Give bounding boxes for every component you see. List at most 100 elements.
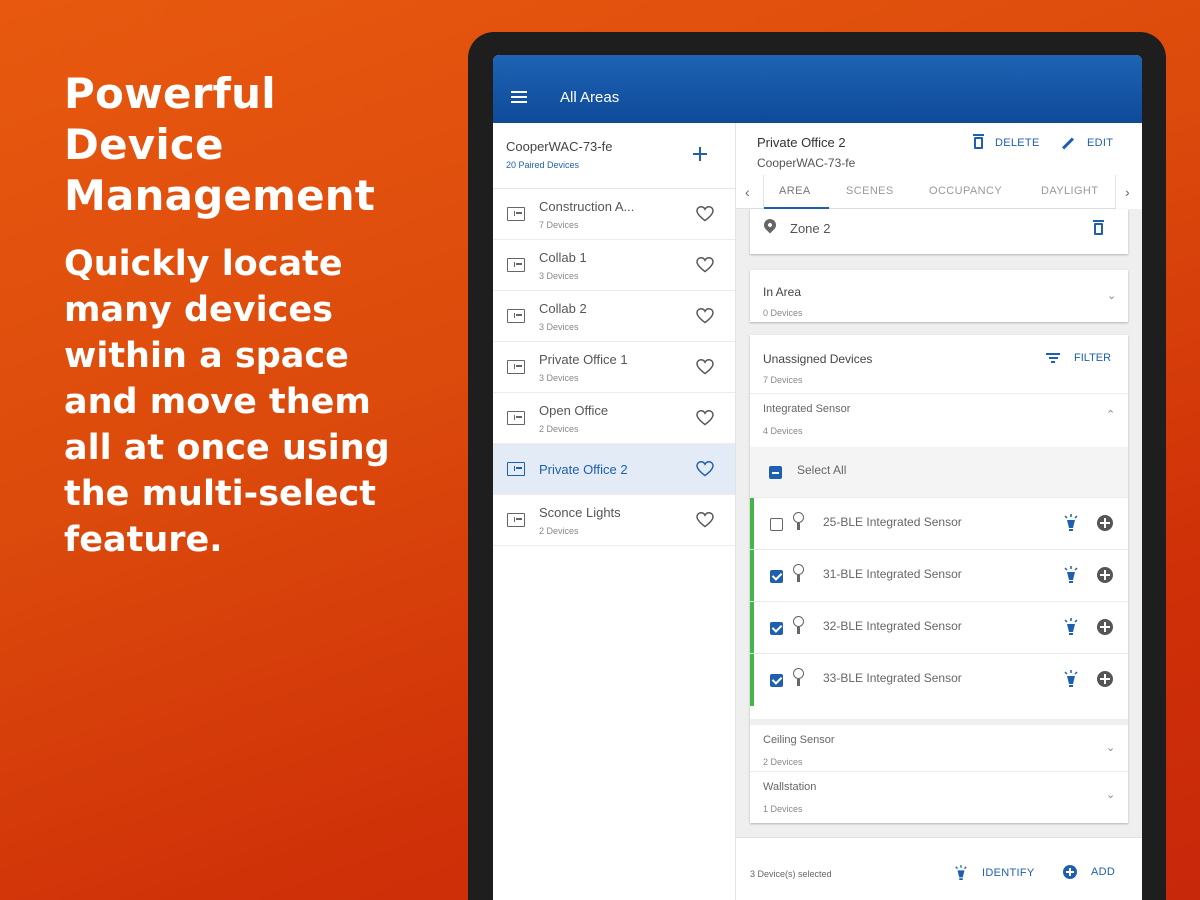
area-name: Private Office 2 (539, 462, 628, 477)
app-bar-title: All Areas (560, 89, 620, 106)
device-checkbox[interactable] (770, 570, 783, 583)
area-name: Open Office (539, 403, 609, 418)
device-checkbox[interactable] (770, 622, 783, 635)
group-name: Wallstation (763, 781, 817, 793)
group-name: Integrated Sensor (763, 403, 851, 415)
area-item[interactable]: Private Office 1 3 Devices (493, 342, 735, 393)
area-name: Private Office 1 (539, 352, 628, 367)
selection-stripe (750, 654, 754, 706)
tab-scroll-right[interactable]: › (1115, 175, 1142, 209)
favorite-heart-icon[interactable] (696, 257, 714, 273)
tab-scroll-left[interactable]: ‹ (736, 175, 764, 209)
chevron-down-icon: ⌄ (1106, 742, 1116, 754)
tab-occupancy[interactable]: OCCUPANCY (929, 185, 1002, 197)
group-ceiling-sensor[interactable]: Ceiling Sensor 2 Devices ⌄ (750, 719, 1128, 770)
menu-icon[interactable] (511, 91, 527, 103)
add-device-icon[interactable] (1097, 515, 1113, 531)
area-item[interactable]: Collab 2 3 Devices (493, 291, 735, 342)
identify-bulb-icon[interactable] (1063, 670, 1079, 688)
delete-button[interactable]: DELETE (973, 134, 1040, 149)
tab-area[interactable]: AREA (779, 185, 811, 197)
group-count: 2 Devices (763, 757, 803, 767)
area-icon (507, 462, 525, 476)
add-device-icon[interactable] (1097, 619, 1113, 635)
identify-bulb-icon (955, 865, 967, 880)
selection-stripe (750, 498, 754, 550)
edit-button[interactable]: EDIT (1061, 136, 1113, 150)
in-area-count: 0 Devices (763, 308, 803, 318)
tab-bar: ‹ AREA SCENES OCCUPANCY DAYLIGHT › (736, 175, 1142, 209)
device-name: 31-BLE Integrated Sensor (823, 567, 962, 581)
favorite-heart-icon[interactable] (696, 410, 714, 426)
chevron-up-icon: ⌃ (1106, 409, 1116, 421)
controller-header: CooperWAC-73-fe 20 Paired Devices (493, 123, 735, 189)
device-row[interactable]: 25-BLE Integrated Sensor (750, 497, 1128, 550)
group-wallstation[interactable]: Wallstation 1 Devices ⌄ (750, 771, 1128, 822)
selection-stripe (750, 602, 754, 654)
tab-daylight[interactable]: DAYLIGHT (1041, 185, 1098, 197)
trash-icon[interactable] (1093, 220, 1104, 235)
add-circle-icon (1063, 865, 1077, 879)
selection-action-bar: 3 Device(s) selected IDENTIFY ADD (736, 837, 1142, 900)
area-name: Sconce Lights (539, 505, 621, 520)
area-icon (507, 411, 525, 425)
identify-bulb-icon[interactable] (1063, 618, 1079, 636)
area-item-selected[interactable]: Private Office 2 (493, 444, 735, 495)
selected-count: 3 Device(s) selected (750, 869, 832, 879)
area-item[interactable]: Collab 1 3 Devices (493, 240, 735, 291)
select-all-row[interactable]: Select All (750, 447, 1128, 497)
area-detail-pane: Private Office 2 CooperWAC-73-fe DELETE … (736, 123, 1142, 900)
favorite-heart-icon[interactable] (696, 461, 714, 477)
identify-button[interactable]: IDENTIFY (954, 865, 1035, 881)
favorite-heart-icon[interactable] (696, 359, 714, 375)
favorite-heart-icon[interactable] (696, 206, 714, 222)
controller-name: CooperWAC-73-fe (506, 139, 613, 154)
favorite-heart-icon[interactable] (696, 512, 714, 528)
sensor-icon (793, 616, 804, 634)
area-item[interactable]: Open Office 2 Devices (493, 393, 735, 444)
group-name: Ceiling Sensor (763, 734, 835, 746)
zone-label: Zone 2 (790, 221, 831, 236)
device-checkbox[interactable] (770, 518, 783, 531)
area-name: Construction A... (539, 199, 635, 214)
favorite-heart-icon[interactable] (696, 308, 714, 324)
filter-icon (1046, 353, 1060, 363)
identify-bulb-icon[interactable] (1063, 566, 1079, 584)
device-name: 33-BLE Integrated Sensor (823, 671, 962, 685)
group-integrated-sensor[interactable]: Integrated Sensor 4 Devices ⌃ (750, 393, 1128, 444)
select-all-checkbox[interactable] (769, 466, 782, 479)
in-area-card[interactable]: In Area 0 Devices ⌄ (750, 270, 1128, 322)
tab-scenes[interactable]: SCENES (846, 185, 894, 197)
device-checkbox[interactable] (770, 674, 783, 687)
area-item[interactable]: Sconce Lights 2 Devices (493, 495, 735, 546)
area-count: 3 Devices (539, 271, 579, 281)
app-bar: All Areas (493, 55, 1142, 123)
device-row[interactable]: 32-BLE Integrated Sensor (750, 601, 1128, 654)
filter-button[interactable]: FILTER (1046, 352, 1111, 364)
device-row[interactable]: 31-BLE Integrated Sensor (750, 549, 1128, 602)
in-area-title: In Area (763, 285, 802, 299)
pencil-icon (1061, 136, 1075, 150)
area-name: Collab 2 (539, 301, 587, 316)
identify-bulb-icon[interactable] (1063, 514, 1079, 532)
select-all-label: Select All (797, 463, 847, 477)
area-item[interactable]: Construction A... 7 Devices (493, 189, 735, 240)
add-button[interactable]: ADD (1063, 865, 1115, 879)
area-count: 3 Devices (539, 322, 579, 332)
detail-title: Private Office 2 (757, 135, 846, 150)
sensor-icon (793, 512, 804, 530)
group-count: 4 Devices (763, 426, 803, 436)
promo-body: Quickly locate many devices within a spa… (64, 244, 390, 560)
area-icon (507, 309, 525, 323)
promo-title: Powerful Device Management (64, 69, 376, 220)
area-list-pane: CooperWAC-73-fe 20 Paired Devices Constr… (493, 123, 736, 900)
add-area-icon[interactable] (693, 147, 707, 161)
sensor-icon (793, 668, 804, 686)
device-name: 25-BLE Integrated Sensor (823, 515, 962, 529)
unassigned-title: Unassigned Devices (763, 352, 873, 366)
device-name: 32-BLE Integrated Sensor (823, 619, 962, 633)
device-row[interactable]: 33-BLE Integrated Sensor (750, 653, 1128, 706)
add-device-icon[interactable] (1097, 671, 1113, 687)
unassigned-devices-card: Unassigned Devices 7 Devices FILTER Inte… (750, 335, 1128, 823)
add-device-icon[interactable] (1097, 567, 1113, 583)
